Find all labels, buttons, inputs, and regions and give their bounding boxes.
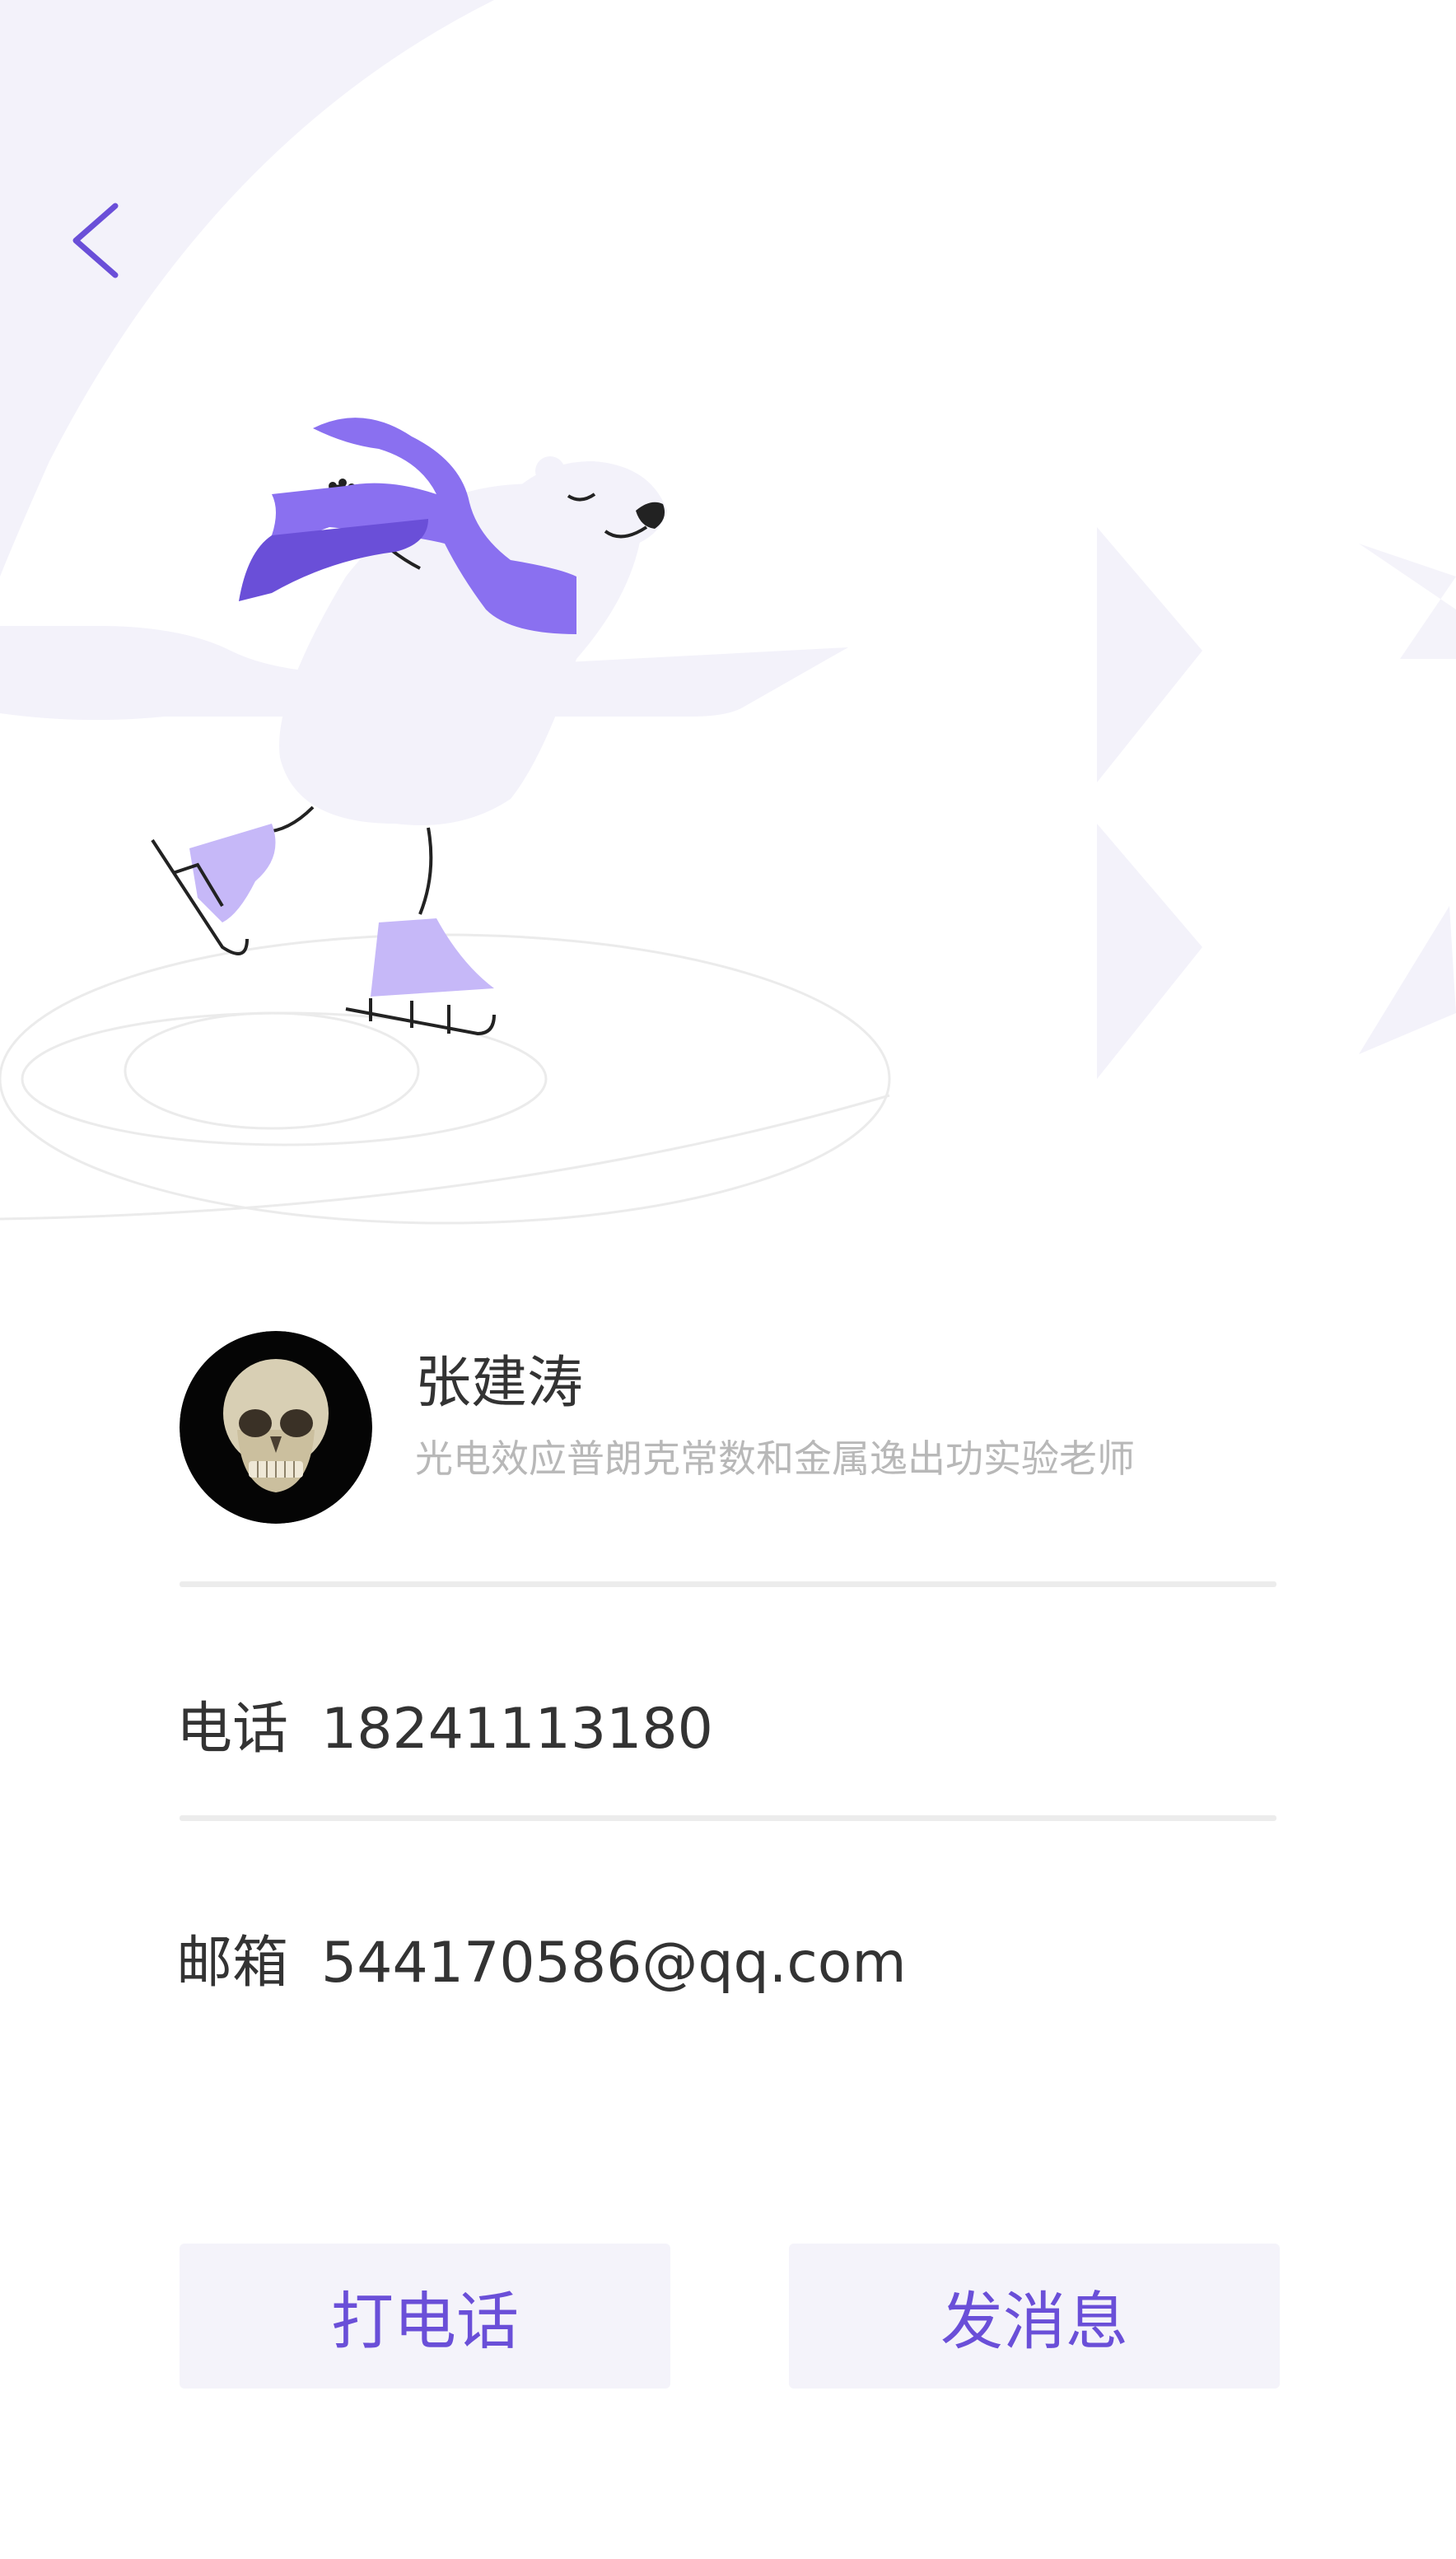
phone-row: 电话 18241113180 — [176, 1702, 713, 1758]
divider — [180, 1815, 1276, 1821]
email-row: 邮箱 544170586@qq.com — [176, 1936, 907, 1992]
contact-name: 张建涛 — [415, 1351, 584, 1416]
back-button[interactable] — [58, 189, 132, 288]
contact-role: 光电效应普朗克常数和金属逸出功实验老师 — [415, 1436, 1135, 1481]
header-illustration — [0, 0, 1456, 1225]
phone-label: 电话 — [176, 1697, 289, 1762]
contact-profile: 张建涛 光电效应普朗克常数和金属逸出功实验老师 — [180, 1331, 1276, 1578]
phone-value: 18241113180 — [321, 1697, 713, 1762]
call-button[interactable]: 打电话 — [180, 2244, 670, 2389]
message-button[interactable]: 发消息 — [789, 2244, 1280, 2389]
polar-bear-illustration — [151, 418, 667, 1036]
email-label: 邮箱 — [176, 1931, 289, 1996]
skull-avatar — [180, 1331, 372, 1524]
avatar — [180, 1331, 372, 1524]
divider — [180, 1581, 1276, 1587]
chevron-left-icon — [72, 203, 119, 278]
chevron-decoration-icon — [1097, 527, 1456, 1079]
email-value: 544170586@qq.com — [321, 1931, 907, 1996]
